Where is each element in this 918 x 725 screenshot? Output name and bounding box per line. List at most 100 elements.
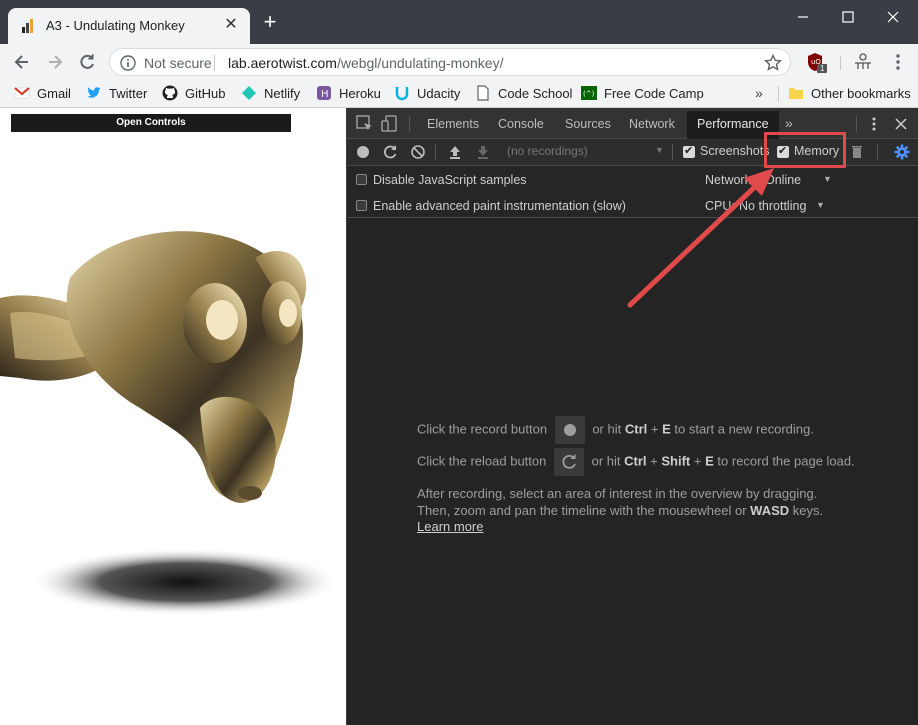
tab-close-button[interactable]: ✕ (222, 16, 240, 34)
document-icon (477, 85, 489, 101)
freecodecamp-icon: (^) (581, 86, 597, 100)
advanced-paint-checkbox[interactable] (356, 200, 367, 211)
url-text[interactable]: lab.aerotwist.com/webgl/undulating-monke… (228, 55, 503, 71)
devtools-menu-icon[interactable] (865, 115, 883, 133)
bookmark-label: Code School (498, 86, 573, 101)
cpu-throttle-select[interactable]: No throttling (739, 199, 806, 213)
record-hint-button[interactable] (554, 416, 585, 444)
bookmark-label: Heroku (339, 86, 381, 101)
monkey-3d-canvas (0, 231, 340, 616)
reload-record-icon[interactable] (382, 144, 398, 160)
close-window-icon[interactable] (880, 6, 906, 28)
screenshots-checkbox[interactable]: ✔ (683, 145, 695, 158)
devtools-panel: Elements Console Sources Network Perform… (346, 108, 918, 725)
hint-text: + (650, 453, 658, 469)
record-icon[interactable] (355, 144, 371, 160)
forward-icon[interactable] (45, 52, 65, 72)
gmail-icon (14, 87, 30, 99)
hint-text: or hit (591, 453, 621, 469)
netlify-icon (242, 86, 256, 100)
github-icon (162, 85, 178, 101)
hint-text: Then, zoom and pan the timeline with the… (417, 503, 747, 518)
info-icon[interactable] (120, 55, 136, 71)
hint-text: keys. (792, 503, 824, 518)
bookmark-heroku[interactable]: H Heroku (316, 85, 381, 103)
bookmark-github[interactable]: GitHub (162, 85, 225, 103)
bookmark-label: Free Code Camp (604, 86, 704, 101)
maximize-icon[interactable] (835, 6, 861, 28)
reload-icon (562, 454, 576, 469)
svg-text:H: H (321, 89, 329, 100)
tab-title: A3 - Undulating Monkey (46, 18, 185, 33)
bookmark-label: Udacity (417, 86, 461, 101)
reload-hint-button[interactable] (553, 448, 584, 476)
device-toolbar-icon[interactable] (381, 115, 399, 133)
hint-text: Click the record button (417, 421, 548, 437)
cpu-throttle-label: CPU: (705, 199, 735, 213)
web-page: Open Controls (0, 108, 346, 725)
chevron-down-icon: ▼ (655, 145, 664, 155)
reload-icon[interactable] (77, 52, 97, 72)
browser-tab[interactable]: A3 - Undulating Monkey ✕ (8, 8, 250, 44)
learn-more-link[interactable]: Learn more (417, 519, 483, 534)
other-bookmarks-label: Other bookmarks (811, 86, 911, 101)
udacity-icon (395, 87, 409, 101)
clear-icon[interactable] (410, 144, 426, 160)
hint-text: to start a new recording. (674, 421, 814, 437)
shortcut-key: Ctrl (624, 453, 647, 469)
bookmark-code-school[interactable]: Code School (475, 85, 572, 103)
security-status: Not secure (144, 55, 212, 71)
svg-text:(^): (^) (583, 90, 595, 98)
record-hint: Click the record button or hit Ctrl + E … (417, 416, 814, 444)
hint-text: + (650, 421, 659, 437)
network-throttle-select[interactable]: Online (765, 173, 801, 187)
hint-text: or hit (592, 421, 622, 437)
extension-icon[interactable] (853, 52, 873, 72)
hint-text: Click the reload button (417, 453, 547, 469)
inspect-element-icon[interactable] (356, 115, 374, 133)
load-profile-icon[interactable] (447, 144, 463, 160)
tab-sources[interactable]: Sources (565, 117, 611, 131)
back-icon[interactable] (12, 52, 32, 72)
bookmark-label: Gmail (37, 86, 71, 101)
other-bookmarks[interactable]: Other bookmarks (788, 85, 911, 103)
shortcut-key: E (705, 453, 714, 469)
screenshots-label: Screenshots (700, 144, 770, 158)
favicon-icon (22, 19, 33, 33)
chevron-down-icon: ▼ (823, 174, 832, 184)
bookmark-twitter[interactable]: Twitter (86, 85, 147, 103)
toolbar-divider (435, 144, 436, 160)
close-devtools-icon[interactable] (892, 115, 910, 133)
recordings-dropdown[interactable]: (no recordings) (507, 144, 667, 158)
disable-js-samples-label: Disable JavaScript samples (373, 173, 527, 187)
toolbar-divider (840, 56, 841, 70)
more-tabs-button[interactable]: » (785, 115, 793, 131)
extension-badge: 1 (820, 64, 825, 73)
address-bar[interactable]: Not secure lab.aerotwist.com/webgl/undul… (109, 48, 791, 76)
capture-settings-gear-icon[interactable] (894, 144, 910, 160)
hint-text: + (693, 453, 702, 469)
capture-settings-pane: Disable JavaScript samples Enable advanc… (347, 166, 918, 218)
tab-console[interactable]: Console (498, 117, 544, 131)
record-icon (563, 424, 576, 436)
bookmarks-overflow-button[interactable]: » (755, 85, 763, 101)
devtools-divider (409, 116, 410, 132)
bookmark-netlify[interactable]: Netlify (241, 85, 300, 103)
more-menu-icon[interactable] (888, 52, 908, 72)
shortcut-key: Ctrl (624, 421, 648, 437)
performance-landing: Click the record button or hit Ctrl + E … (347, 218, 918, 725)
disable-js-samples-checkbox[interactable] (356, 174, 367, 185)
bookmark-gmail[interactable]: Gmail (14, 85, 71, 103)
ublock-extension-icon[interactable]: uO 1 (806, 52, 828, 74)
new-tab-button[interactable]: + (260, 11, 280, 33)
bookmark-star-icon[interactable] (764, 54, 782, 72)
bookmark-udacity[interactable]: Udacity (394, 85, 460, 103)
tab-network[interactable]: Network (629, 117, 675, 131)
shortcut-key: E (662, 421, 671, 437)
trash-icon[interactable] (849, 144, 865, 160)
bookmark-free-code-camp[interactable]: (^) Free Code Camp (581, 85, 704, 103)
tab-elements[interactable]: Elements (427, 117, 479, 131)
url-host: lab.aerotwist.com (228, 55, 337, 71)
save-profile-icon[interactable] (475, 144, 491, 160)
minimize-icon[interactable] (790, 6, 816, 28)
